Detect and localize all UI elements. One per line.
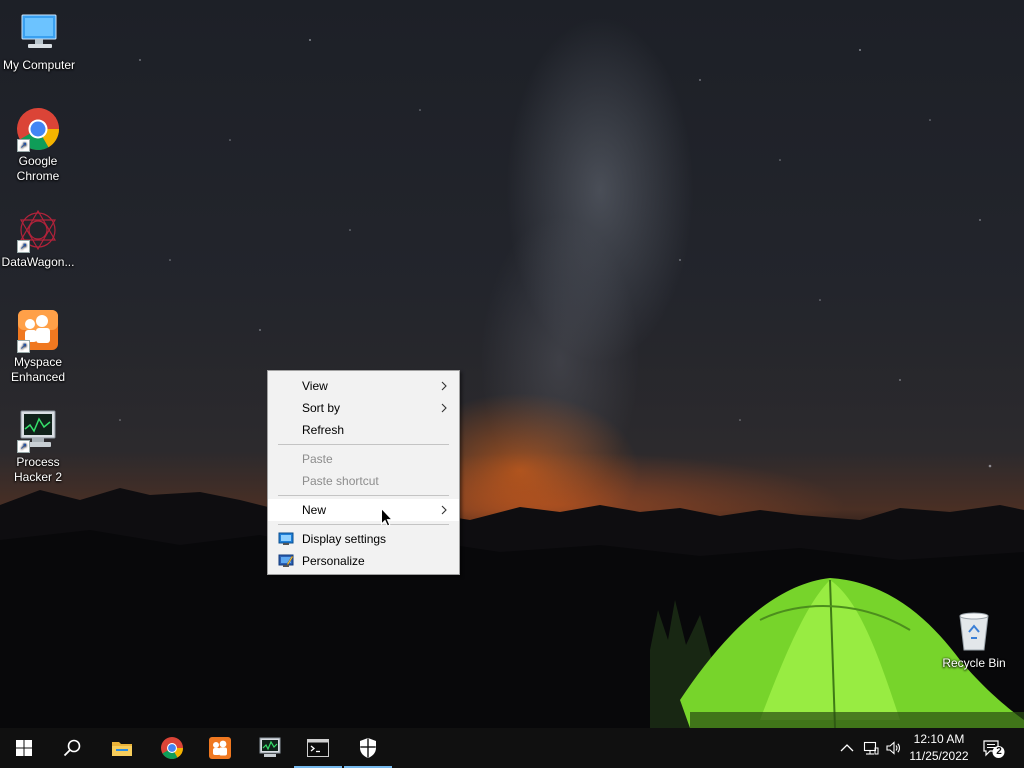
menu-item-label: New	[302, 503, 327, 517]
personalize-icon	[278, 554, 294, 567]
shortcut-arrow-icon: ↗	[17, 240, 30, 253]
menu-item-view[interactable]: View	[268, 375, 459, 397]
menu-separator	[278, 524, 449, 525]
clock-time: 12:10 AM	[913, 732, 965, 746]
desktop-icon-recycle-bin[interactable]: Recycle Bin	[934, 608, 1014, 671]
taskbar-myspace[interactable]	[196, 728, 244, 768]
windows-start-icon	[16, 740, 32, 756]
desktop-icon-label: My Computer	[2, 58, 76, 72]
search-button[interactable]	[48, 728, 96, 768]
menu-item-label: Refresh	[302, 423, 345, 437]
recycle-bin-icon	[959, 612, 989, 651]
computer-icon	[21, 14, 57, 48]
menu-item-personalize[interactable]: Personalize	[268, 550, 459, 572]
taskbar-clock[interactable]: 12:10 AM 11/25/2022	[906, 731, 972, 765]
desktop-icon-my-computer[interactable]: My Computer	[0, 10, 79, 73]
volume-icon[interactable]	[885, 740, 901, 756]
chevron-right-icon	[441, 381, 447, 391]
desktop-icon-label: Myspace Enhanced	[10, 355, 66, 384]
taskbar-file-explorer[interactable]	[98, 728, 146, 768]
menu-item-label: Sort by	[302, 401, 341, 415]
desktop-icon-label: DataWagon...	[1, 255, 75, 269]
menu-item-paste: Paste	[268, 448, 459, 470]
taskbar-windows-security[interactable]	[344, 728, 392, 768]
display-icon	[278, 532, 294, 545]
search-icon	[63, 739, 81, 757]
menu-item-sort-by[interactable]: Sort by	[268, 397, 459, 419]
menu-item-label: View	[302, 379, 328, 393]
desktop-icon-label: Recycle Bin	[942, 656, 1006, 670]
desktop-icon-myspace-enhanced[interactable]: ↗ Myspace Enhanced	[0, 307, 78, 385]
file-explorer-icon	[112, 742, 132, 756]
start-button[interactable]	[0, 728, 48, 768]
desktop[interactable]: My Computer ↗ Google Chrome ↗ DataWagon.…	[0, 0, 1024, 728]
menu-separator	[278, 495, 449, 496]
mouse-cursor-icon	[381, 508, 393, 527]
menu-item-display-settings[interactable]: Display settings	[268, 528, 459, 550]
chevron-right-icon	[441, 505, 447, 515]
menu-item-label: Paste shortcut	[302, 474, 379, 488]
command-prompt-icon	[307, 739, 329, 757]
taskbar-process-hacker[interactable]	[246, 728, 294, 768]
desktop-context-menu: View Sort by Refresh Paste Paste shortcu…	[267, 370, 460, 575]
desktop-icon-label: Process Hacker 2	[13, 455, 63, 484]
wallpaper-landscape	[0, 39, 1024, 728]
desktop-icon-process-hacker[interactable]: ↗ Process Hacker 2	[0, 407, 78, 485]
shortcut-arrow-icon: ↗	[17, 440, 30, 453]
menu-item-label: Personalize	[302, 554, 365, 568]
clock-date: 11/25/2022	[909, 749, 969, 763]
shortcut-arrow-icon: ↗	[17, 340, 30, 353]
shortcut-arrow-icon: ↗	[17, 139, 30, 152]
chevron-up-icon[interactable]	[839, 740, 855, 756]
taskbar-chrome[interactable]	[148, 728, 196, 768]
menu-item-new[interactable]: New	[268, 499, 459, 521]
menu-item-refresh[interactable]: Refresh	[268, 419, 459, 441]
network-icon[interactable]	[863, 740, 879, 756]
chrome-icon	[161, 737, 183, 759]
myspace-icon	[209, 737, 231, 759]
windows-security-icon	[360, 738, 376, 758]
taskbar: 12:10 AM 11/25/2022 2	[0, 728, 1024, 768]
process-hacker-icon	[259, 737, 281, 757]
chevron-right-icon	[441, 403, 447, 413]
menu-item-label: Display settings	[302, 532, 387, 546]
desktop-icon-label: Google Chrome	[16, 154, 60, 183]
action-center-button[interactable]: 2	[980, 736, 1006, 760]
menu-item-paste-shortcut: Paste shortcut	[268, 470, 459, 492]
notification-count-badge: 2	[996, 746, 1002, 757]
menu-item-label: Paste	[302, 452, 333, 466]
taskbar-command-prompt[interactable]	[294, 728, 342, 768]
menu-separator	[278, 444, 449, 445]
desktop-icon-datawagon[interactable]: ↗ DataWagon...	[0, 207, 78, 270]
desktop-icon-google-chrome[interactable]: ↗ Google Chrome	[0, 106, 78, 184]
